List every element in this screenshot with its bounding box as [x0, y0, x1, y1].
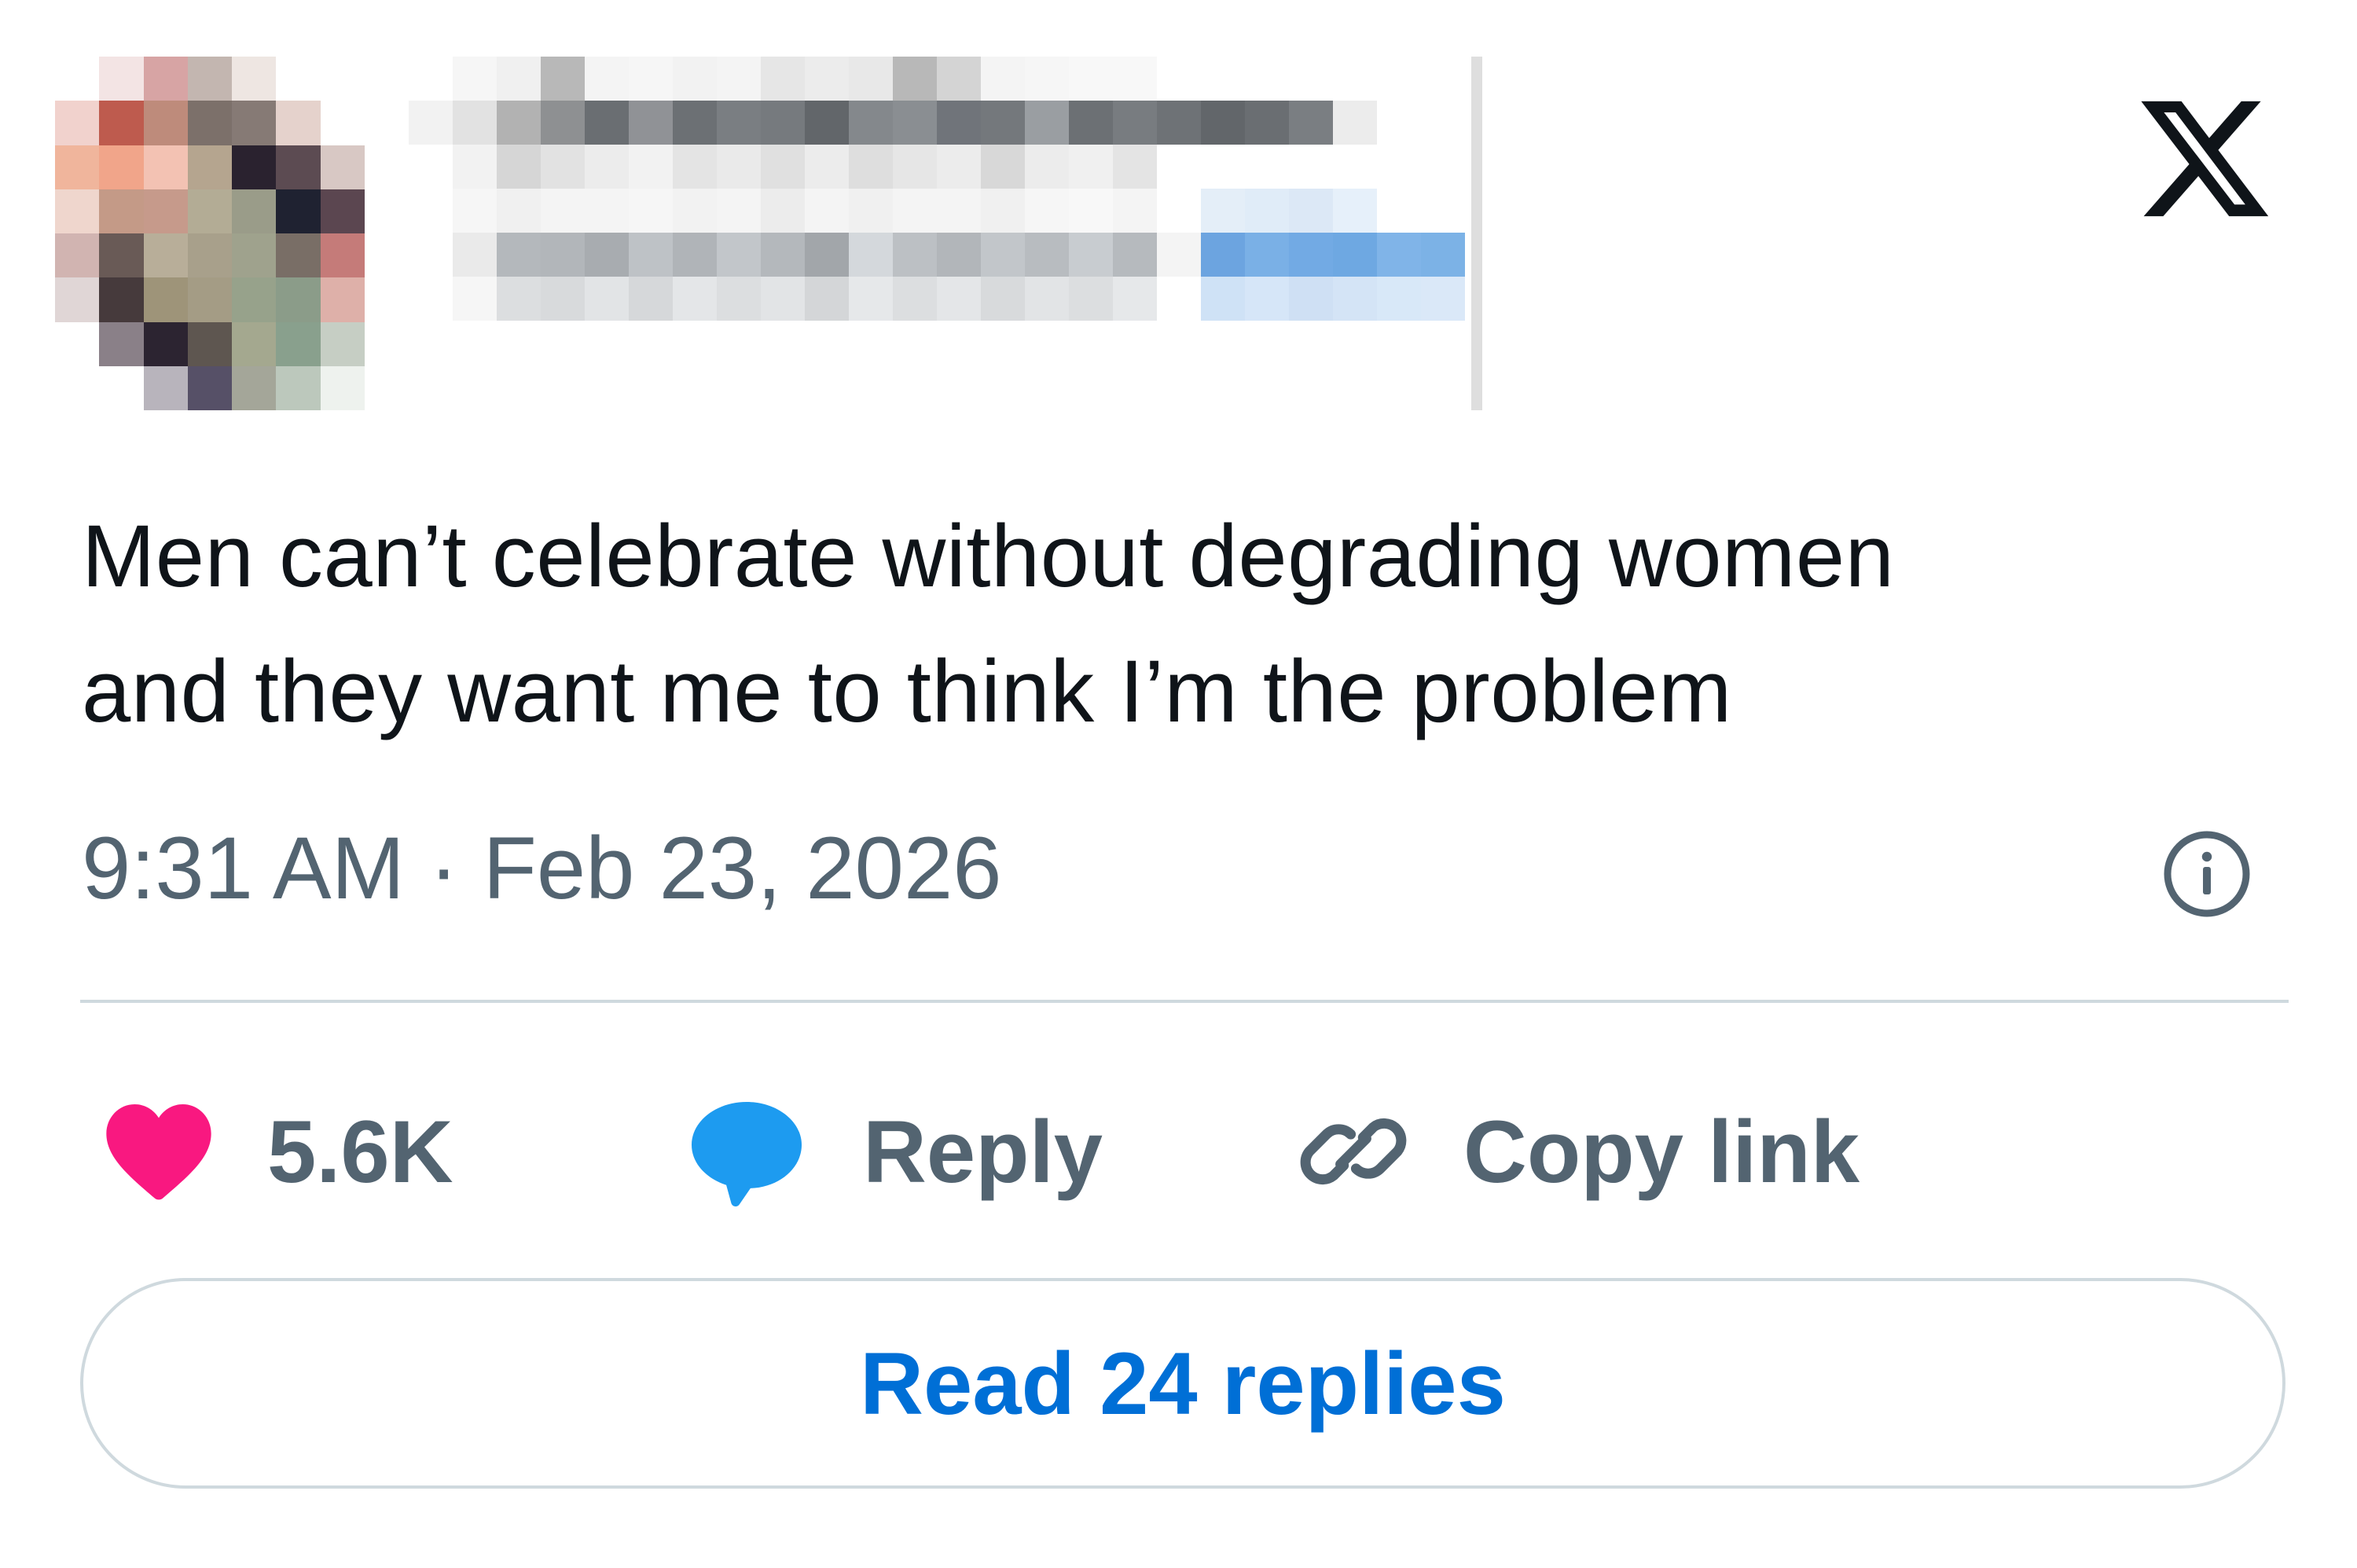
read-replies-button[interactable]: Read 24 replies	[80, 1278, 2285, 1489]
author-name-redacted[interactable]	[409, 57, 1478, 410]
tweet-text: Men can’t celebrate without degrading wo…	[82, 489, 2267, 759]
header-divider	[1471, 57, 1482, 410]
tweet-timestamp[interactable]: 9:31 AM · Feb 23, 2026	[82, 817, 1002, 920]
link-icon	[1300, 1118, 1407, 1185]
speech-bubble-icon	[692, 1102, 802, 1206]
tweet-text-line: and they want me to think I’m the proble…	[82, 642, 1732, 740]
like-count: 5.6K	[267, 1102, 453, 1201]
avatar[interactable]	[55, 57, 409, 410]
tweet-embed-card: Men can’t celebrate without degrading wo…	[0, 0, 2357, 1568]
like-button[interactable]: 5.6K	[96, 1085, 453, 1218]
info-icon[interactable]	[2160, 827, 2254, 921]
tweet-text-line: Men can’t celebrate without degrading wo…	[82, 507, 1895, 605]
reply-button[interactable]: Reply	[681, 1085, 1103, 1218]
x-logo-icon[interactable]	[2130, 88, 2279, 230]
divider	[80, 1000, 2289, 1003]
reply-label: Reply	[863, 1102, 1103, 1201]
copy-link-button[interactable]: Copy link	[1289, 1085, 1860, 1218]
read-replies-label: Read 24 replies	[860, 1334, 1506, 1433]
heart-icon	[106, 1104, 211, 1200]
copy-link-label: Copy link	[1463, 1102, 1860, 1201]
